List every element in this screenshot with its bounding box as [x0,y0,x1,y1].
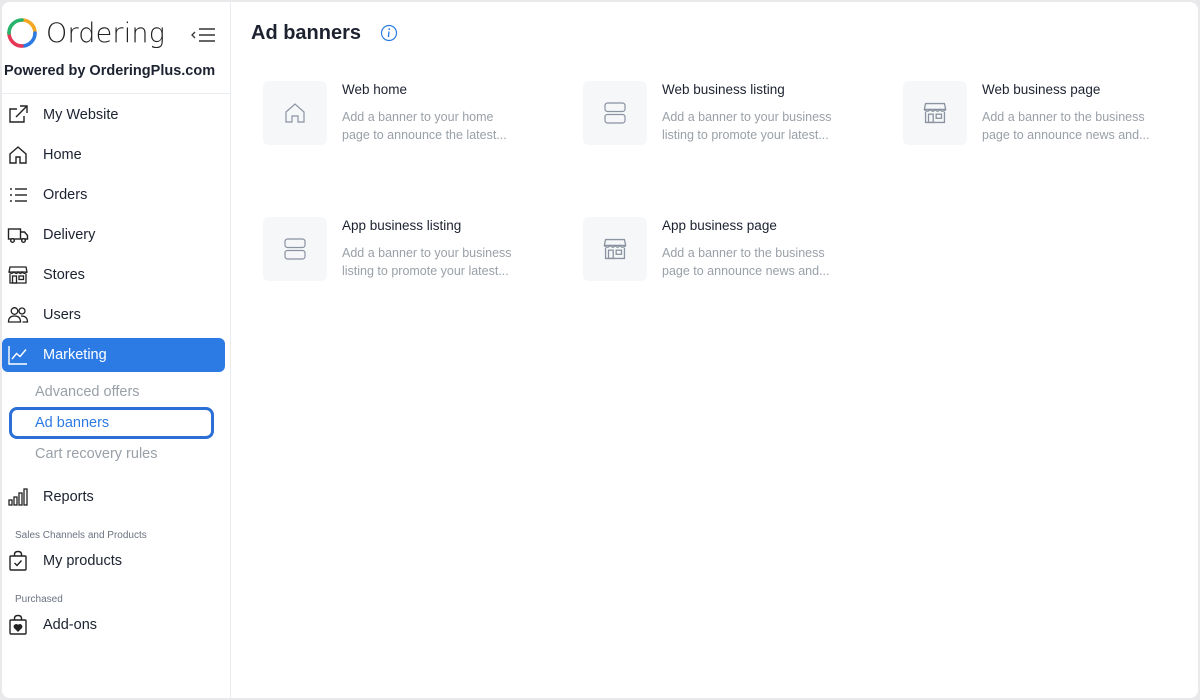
store-icon [923,102,947,124]
sidebar-item-label: Orders [43,187,88,203]
sidebar-item-label: Add-ons [43,617,98,633]
card-thumbnail [583,217,647,281]
chart-line-icon [7,344,29,366]
bag-heart-icon [7,614,29,636]
sidebar-item-label: My Website [43,107,119,123]
page-title: Ad banners [251,22,362,44]
card-description-line: listing to promote your latest... [342,264,509,278]
sidebar-item-label: Home [43,147,82,163]
powered-by-text: Powered by OrderingPlus.com [4,63,216,79]
sidebar-divider [2,93,231,94]
brand-logo: Ordering [6,16,226,52]
info-icon[interactable] [380,24,398,42]
sidebar-item-reports[interactable]: Reports [2,480,225,514]
card-thumbnail [583,81,647,145]
card-title: Web home [342,82,408,97]
home-icon [285,103,305,123]
card-description-line: Add a banner to the business [982,110,1145,124]
card-description: Add a banner to your business listing to… [662,108,852,144]
card-description-line: page to announce news and... [662,264,830,278]
sidebar-item-label: Users [43,307,81,323]
sidebar-item-label: Marketing [43,347,107,363]
store-icon [603,238,627,260]
card-description-line: page to announce the latest... [342,128,507,142]
sidebar-item-stores[interactable]: Stores [2,258,225,292]
app-window: Ordering Powered by OrderingPlus.com My … [2,2,1198,698]
banner-card-app-business-page[interactable]: App business page Add a banner to the bu… [583,217,883,283]
card-thumbnail [263,81,327,145]
card-description-line: page to announce news and... [982,128,1150,142]
card-title: Web business page [982,82,1101,97]
sidebar-item-label: Delivery [43,227,96,243]
collapse-sidebar-icon[interactable] [189,24,219,46]
sidebar-item-users[interactable]: Users [2,298,225,332]
card-description-line: Add a banner to your business [342,246,512,260]
sidebar-item-my-products[interactable]: My products [2,544,225,578]
truck-icon [7,224,29,246]
card-description-line: Add a banner to your home [342,110,494,124]
submenu-item-cart-recovery-rules[interactable]: Cart recovery rules [35,446,157,462]
banner-card-web-business-page[interactable]: Web business page Add a banner to the bu… [903,81,1198,147]
card-description: Add a banner to your home page to announ… [342,108,532,144]
card-description-line: Add a banner to the business [662,246,825,260]
banner-card-app-business-listing[interactable]: App business listing Add a banner to you… [263,217,563,283]
card-title: App business listing [342,218,462,233]
home-icon [7,144,29,166]
sidebar-item-label: Stores [43,267,85,283]
card-description-line: listing to promote your latest... [662,128,829,142]
card-thumbnail [903,81,967,145]
sidebar-item-home[interactable]: Home [2,138,225,172]
card-description-line: Add a banner to your business [662,110,832,124]
sidebar-item-my-website[interactable]: My Website [2,98,225,132]
sidebar-item-label: My products [43,553,122,569]
list-icon [7,184,29,206]
sidebar-item-orders[interactable]: Orders [2,178,225,212]
card-title: Web business listing [662,82,785,97]
store-icon [7,264,29,286]
card-description: Add a banner to the business page to ann… [982,108,1172,144]
bar-chart-icon [7,486,29,508]
main-content: Ad banners Web home Add a banner to your… [232,2,1198,698]
external-link-icon [7,104,29,126]
banner-card-web-business-listing[interactable]: Web business listing Add a banner to you… [583,81,883,147]
sidebar-item-delivery[interactable]: Delivery [2,218,225,252]
submenu-item-ad-banners[interactable]: Ad banners [35,415,109,431]
sidebar-item-marketing[interactable]: Marketing [2,338,225,372]
section-label-sales: Sales Channels and Products [15,530,147,541]
users-icon [7,304,29,326]
section-label-purchased: Purchased [15,594,63,605]
card-description: Add a banner to the business page to ann… [662,244,852,280]
listing-icon [284,238,306,260]
sidebar-item-add-ons[interactable]: Add-ons [2,608,225,642]
bag-check-icon [7,550,29,572]
card-thumbnail [263,217,327,281]
card-title: App business page [662,218,777,233]
sidebar-item-label: Reports [43,489,94,505]
submenu-item-advanced-offers[interactable]: Advanced offers [35,384,140,400]
banner-card-web-home[interactable]: Web home Add a banner to your home page … [263,81,563,147]
listing-icon [604,102,626,124]
brand-name: Ordering [46,18,166,49]
ordering-logo-icon [7,18,37,48]
sidebar: Ordering Powered by OrderingPlus.com My … [2,2,231,698]
card-description: Add a banner to your business listing to… [342,244,532,280]
